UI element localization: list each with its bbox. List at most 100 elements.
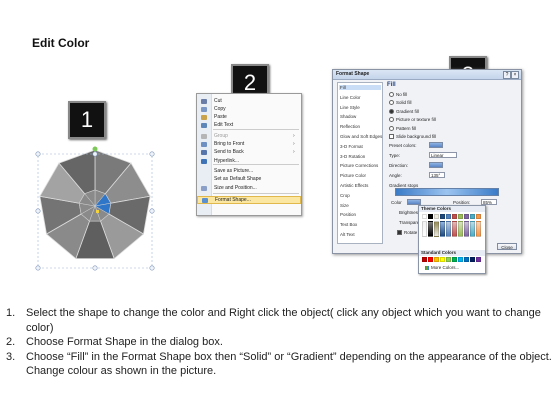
chevron-right-icon: › — [293, 141, 295, 147]
send-back-icon — [201, 149, 207, 155]
menu-item-format-shape[interactable]: Format Shape... — [197, 196, 301, 204]
standard-color-swatch[interactable] — [446, 257, 451, 262]
theme-color-swatch[interactable] — [422, 214, 427, 219]
standard-color-swatch[interactable] — [422, 257, 427, 262]
theme-shade-column[interactable] — [440, 221, 445, 237]
category-list: Fill Line Color Line Style Shadow Reflection… — [337, 82, 383, 244]
standard-color-swatch[interactable] — [458, 257, 463, 262]
menu-item-label: Group — [214, 133, 228, 139]
resize-handle — [149, 151, 155, 157]
menu-item-copy[interactable]: Copy — [197, 105, 301, 113]
help-icon[interactable]: ? — [503, 71, 511, 79]
theme-shade-column[interactable] — [452, 221, 457, 237]
standard-color-swatch[interactable] — [476, 257, 481, 262]
theme-color-swatch[interactable] — [464, 214, 469, 219]
theme-color-swatch[interactable] — [440, 214, 445, 219]
theme-color-swatch[interactable] — [452, 214, 457, 219]
nav-item-alt-text[interactable]: Alt Text — [340, 232, 355, 237]
menu-item-paste[interactable]: Paste — [197, 113, 301, 121]
resize-handle — [92, 151, 98, 157]
instruction-step: 2. Choose Format Shape in the dialog box. — [6, 335, 554, 350]
close-icon[interactable]: × — [511, 71, 519, 79]
menu-item-bring-to-front[interactable]: Bring to Front › — [197, 140, 301, 148]
preset-colors-dropdown[interactable] — [429, 142, 443, 148]
menu-item-edit-text[interactable]: Edit Text — [197, 121, 301, 129]
theme-color-swatch[interactable] — [470, 214, 475, 219]
color-label: Color — [391, 200, 402, 205]
theme-color-swatch[interactable] — [446, 214, 451, 219]
nav-item-crop[interactable]: Crop — [340, 193, 350, 198]
dialog-titlebar: Format Shape ? × — [333, 70, 521, 80]
step-badge-1: 1 — [68, 101, 106, 139]
theme-shade-column[interactable] — [458, 221, 463, 237]
cut-icon — [201, 98, 207, 104]
direction-dropdown[interactable] — [429, 162, 443, 168]
menu-item-label: Send to Back — [214, 149, 244, 155]
nav-item-artistic-effects[interactable]: Artistic Effects — [340, 183, 368, 188]
nav-item-reflection[interactable]: Reflection — [340, 124, 360, 129]
nav-item-3-d-rotation[interactable]: 3-D Rotation — [340, 154, 365, 159]
gradient-stops-bar[interactable] — [395, 188, 499, 196]
theme-color-swatch[interactable] — [428, 214, 433, 219]
nav-item-text-box[interactable]: Text Box — [340, 222, 357, 227]
menu-item-save-as-picture[interactable]: Save as Picture... — [197, 167, 301, 175]
instruction-list: 1. Select the shape to change the color a… — [6, 306, 554, 379]
preset-label: Preset colors: — [389, 143, 417, 148]
theme-shade-column[interactable] — [422, 221, 427, 237]
nav-item-picture-corrections[interactable]: Picture Corrections — [340, 163, 378, 168]
menu-item-size-and-position[interactable]: Size and Position... — [197, 184, 301, 192]
resize-handle — [149, 208, 155, 214]
standard-color-swatch[interactable] — [452, 257, 457, 262]
theme-shade-column[interactable] — [464, 221, 469, 237]
nav-item-glow-and-soft-edges[interactable]: Glow and Soft Edges — [340, 134, 382, 139]
blank-icon — [201, 169, 207, 174]
more-colors-link[interactable]: More Colors... — [425, 265, 459, 270]
fill-option-no-fill[interactable]: No fill — [389, 92, 407, 97]
step-number: 2. — [6, 336, 16, 348]
theme-color-swatch[interactable] — [434, 214, 439, 219]
menu-separator — [213, 193, 299, 194]
nav-item-size[interactable]: Size — [340, 203, 349, 208]
blank-icon — [201, 177, 207, 182]
fill-option-gradient-fill[interactable]: Gradient fill — [389, 108, 419, 114]
standard-color-swatch[interactable] — [464, 257, 469, 262]
slide-background-checkbox[interactable]: Slide background fill — [389, 134, 436, 139]
nav-item-3-d-format[interactable]: 3-D Format — [340, 144, 363, 149]
angle-input[interactable]: 135° — [429, 172, 445, 178]
nav-item-picture-color[interactable]: Picture Color — [340, 173, 366, 178]
standard-color-swatch[interactable] — [440, 257, 445, 262]
type-dropdown[interactable]: Linear — [429, 152, 457, 158]
fill-option-solid-fill[interactable]: Solid fill — [389, 100, 412, 106]
menu-item-label: Save as Picture... — [214, 168, 254, 174]
menu-item-set-as-default-shape[interactable]: Set as Default Shape — [197, 175, 301, 183]
nav-item-fill[interactable]: Fill — [339, 85, 381, 90]
theme-shade-column[interactable] — [476, 221, 481, 237]
menu-item-label: Size and Position... — [214, 185, 257, 191]
menu-item-send-to-back[interactable]: Send to Back › — [197, 148, 301, 156]
theme-color-swatch[interactable] — [476, 214, 481, 219]
standard-color-swatch[interactable] — [428, 257, 433, 262]
menu-separator — [213, 164, 299, 165]
menu-item-label: Edit Text — [214, 122, 234, 128]
step-text: Choose Format Shape in the dialog box. — [26, 336, 223, 348]
fill-option-picture-or-texture-fill[interactable]: Picture or texture fill — [389, 117, 436, 123]
menu-item-cut[interactable]: Cut — [197, 97, 301, 105]
theme-shade-column[interactable] — [434, 221, 439, 237]
nav-item-line-color[interactable]: Line Color — [340, 95, 361, 100]
menu-item-group[interactable]: Group › — [197, 132, 301, 140]
theme-shade-column[interactable] — [446, 221, 451, 237]
theme-color-swatch[interactable] — [458, 214, 463, 219]
fill-option-pattern-fill[interactable]: Pattern fill — [389, 125, 417, 131]
nav-item-line-style[interactable]: Line Style — [340, 105, 360, 110]
dialog-close-button[interactable]: Close — [497, 243, 517, 250]
fill-option-label: Pattern fill — [396, 125, 417, 131]
nav-item-shadow[interactable]: Shadow — [340, 114, 356, 119]
direction-label: Direction: — [389, 163, 409, 168]
theme-shade-column[interactable] — [470, 221, 475, 237]
pane-heading: Fill — [387, 82, 396, 88]
nav-item-position[interactable]: Position — [340, 212, 356, 217]
standard-color-swatch[interactable] — [434, 257, 439, 262]
nonagon-shape[interactable] — [30, 146, 160, 276]
standard-color-swatch[interactable] — [470, 257, 475, 262]
theme-shade-column[interactable] — [428, 221, 433, 237]
